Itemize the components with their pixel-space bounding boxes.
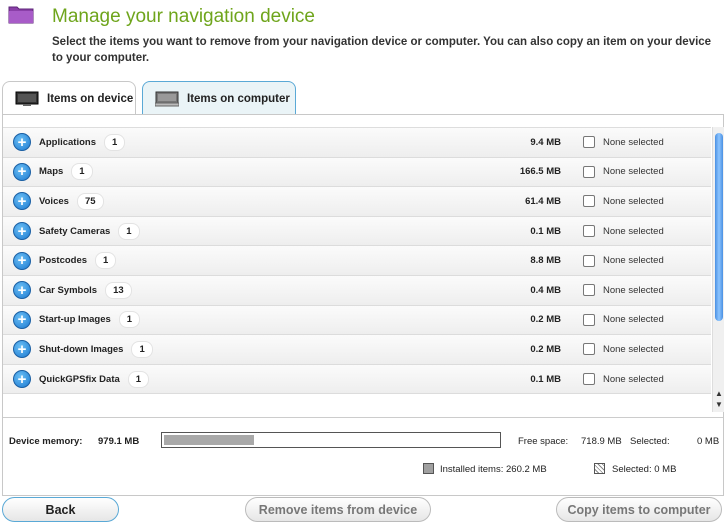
computer-monitor-icon [155, 91, 179, 106]
expand-plus-icon[interactable]: + [13, 162, 31, 181]
item-size: 166.5 MB [519, 166, 561, 178]
scroll-down-arrow-icon[interactable]: ▼ [715, 400, 723, 409]
item-size: 8.8 MB [530, 255, 561, 267]
installed-legend-swatch [423, 463, 434, 474]
item-count-badge: 1 [127, 370, 150, 388]
item-name: Voices [39, 195, 69, 207]
item-selection-status: None selected [603, 255, 664, 267]
expand-plus-icon[interactable]: + [13, 310, 31, 329]
item-selection-status: None selected [603, 225, 664, 237]
item-count-badge: 1 [118, 222, 140, 240]
list-item: + Safety Cameras 1 0.1 MB None selected [3, 216, 711, 247]
item-checkbox[interactable] [583, 373, 595, 386]
item-count-badge: 13 [105, 281, 132, 299]
item-size: 61.4 MB [525, 195, 561, 207]
tab-items-on-device[interactable]: Items on device [2, 81, 136, 115]
list-item: + Applications 1 9.4 MB None selected [3, 128, 711, 158]
remove-items-button[interactable]: Remove items from device [245, 497, 431, 522]
item-size: 0.2 MB [530, 343, 561, 355]
item-selection-status: None selected [603, 284, 664, 296]
item-name: Safety Cameras [39, 225, 111, 237]
selected-legend-label: Selected: 0 MB [612, 464, 677, 475]
item-size: 0.1 MB [530, 373, 561, 385]
header: Manage your navigation device Select the… [0, 0, 726, 80]
item-name: Car Symbols [39, 284, 98, 296]
tab-label: Items on device [47, 92, 134, 105]
list-item: + Postcodes 1 8.8 MB None selected [3, 246, 711, 276]
tab-label: Items on computer [187, 92, 290, 105]
list-scrollbar[interactable]: ▲ ▼ [712, 127, 724, 412]
installed-legend-label: Installed items: 260.2 MB [440, 464, 547, 475]
selected-label: Selected: [630, 436, 670, 447]
list-item: + Start-up Images 1 0.2 MB None selected [3, 305, 711, 336]
expand-plus-icon[interactable]: + [13, 370, 31, 389]
item-checkbox[interactable] [583, 195, 595, 208]
item-selection-status: None selected [603, 166, 664, 178]
free-space-label: Free space: [518, 436, 569, 447]
item-size: 9.4 MB [530, 136, 561, 148]
items-panel: + Applications 1 9.4 MB None selected + … [2, 114, 724, 496]
selected-legend-swatch [594, 463, 605, 474]
page-subtitle: Select the items you want to remove from… [52, 36, 712, 64]
list-item: + QuickGPSfix Data 1 0.1 MB None selecte… [3, 364, 711, 395]
device-memory-label: Device memory: [9, 436, 83, 447]
item-checkbox[interactable] [583, 165, 595, 178]
item-list: + Applications 1 9.4 MB None selected + … [3, 127, 711, 412]
folder-icon [8, 6, 34, 24]
item-selection-status: None selected [603, 195, 664, 207]
item-size: 0.2 MB [530, 314, 561, 326]
expand-plus-icon[interactable]: + [13, 133, 31, 152]
expand-plus-icon[interactable]: + [13, 192, 31, 211]
item-count-badge: 1 [95, 252, 117, 270]
item-size: 0.4 MB [530, 284, 561, 296]
expand-plus-icon[interactable]: + [13, 251, 31, 270]
device-memory-value: 979.1 MB [98, 436, 140, 447]
memory-installed-fill [164, 435, 254, 445]
item-selection-status: None selected [603, 136, 664, 148]
expand-plus-icon[interactable]: + [13, 222, 31, 241]
item-selection-status: None selected [603, 343, 664, 355]
list-item: + Car Symbols 13 0.4 MB None selected [3, 275, 711, 306]
list-item: + Shut-down Images 1 0.2 MB None selecte… [3, 335, 711, 365]
list-item: + Voices 75 61.4 MB None selected [3, 187, 711, 217]
back-button[interactable]: Back [2, 497, 119, 522]
scrollbar-thumb[interactable] [715, 133, 723, 321]
page-title: Manage your navigation device [52, 6, 316, 27]
memory-usage-bar [161, 432, 501, 448]
item-selection-status: None selected [603, 314, 664, 326]
item-checkbox[interactable] [583, 343, 595, 356]
item-name: QuickGPSfix Data [39, 373, 120, 385]
item-count-badge: 1 [104, 133, 126, 151]
item-name: Maps [39, 166, 64, 178]
memory-summary: Device memory: 979.1 MB Free space: 718.… [3, 417, 723, 495]
tab-items-on-computer[interactable]: Items on computer [142, 81, 296, 115]
copy-items-button[interactable]: Copy items to computer [556, 497, 722, 522]
item-checkbox[interactable] [583, 284, 595, 297]
expand-plus-icon[interactable]: + [13, 340, 31, 359]
item-count-badge: 1 [71, 163, 93, 181]
scroll-up-arrow-icon[interactable]: ▲ [715, 389, 723, 398]
item-checkbox[interactable] [583, 313, 595, 326]
free-space-value: 718.9 MB [581, 436, 622, 447]
item-name: Postcodes [39, 255, 88, 267]
item-count-badge: 1 [131, 340, 153, 358]
item-selection-status: None selected [603, 373, 664, 385]
item-count-badge: 75 [76, 192, 104, 210]
item-name: Shut-down Images [39, 343, 124, 355]
item-name: Start-up Images [39, 314, 111, 326]
item-checkbox[interactable] [583, 254, 595, 267]
item-checkbox[interactable] [583, 136, 595, 149]
expand-plus-icon[interactable]: + [13, 281, 31, 300]
list-item: + Maps 1 166.5 MB None selected [3, 157, 711, 188]
item-checkbox[interactable] [583, 225, 595, 238]
device-monitor-icon [15, 91, 39, 106]
item-name: Applications [39, 136, 97, 148]
selected-value: 0 MB [697, 436, 720, 447]
item-size: 0.1 MB [530, 225, 561, 237]
item-count-badge: 1 [118, 311, 141, 329]
